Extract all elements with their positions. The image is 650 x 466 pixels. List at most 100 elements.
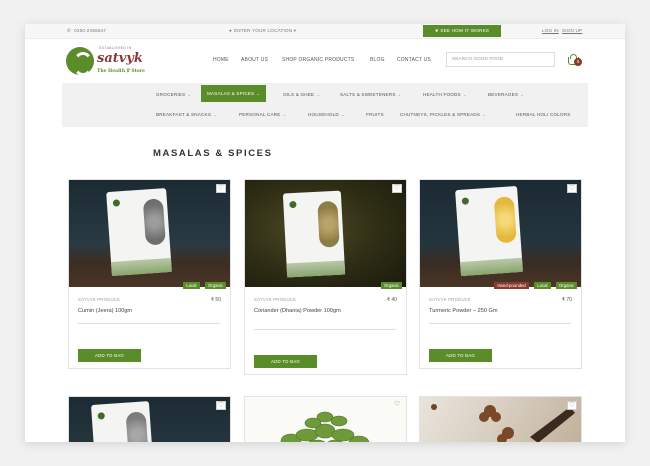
heart-icon[interactable]: ♡ bbox=[392, 401, 402, 410]
chevron-down-icon: ⌄ bbox=[282, 112, 287, 117]
product-badges: Hand-pounded Local Organic bbox=[493, 274, 577, 292]
category-chutneys-pickles-spreads[interactable]: CHUTNEYS, PICKLES & SPREADS ⌄ bbox=[400, 112, 486, 118]
cart-count-badge: 0 bbox=[574, 58, 582, 66]
product-card[interactable]: ♡ bbox=[419, 396, 582, 442]
heart-icon[interactable]: ♡ bbox=[392, 184, 402, 193]
heart-icon[interactable]: ♡ bbox=[216, 184, 226, 193]
package-window bbox=[493, 196, 517, 244]
nav-contact-us[interactable]: CONTACT US bbox=[397, 57, 431, 63]
chevron-down-icon: ⌄ bbox=[482, 112, 487, 117]
logo-mark-icon bbox=[66, 47, 94, 76]
product-brand: SATVYK PRODUCE bbox=[429, 297, 472, 302]
chevron-down-icon: ⌄ bbox=[340, 112, 345, 117]
product-image[interactable] bbox=[69, 397, 230, 442]
chevron-down-icon: ⌄ bbox=[397, 92, 402, 97]
package-logo bbox=[289, 200, 297, 209]
chevron-down-icon: ▾ bbox=[293, 28, 297, 33]
logo-tagline: The Health ℣ Store bbox=[97, 69, 145, 74]
divider bbox=[78, 323, 220, 324]
product-package bbox=[90, 401, 154, 442]
product-package bbox=[455, 185, 523, 277]
location-selector[interactable]: ● ENTER YOUR LOCATION ▾ bbox=[229, 28, 296, 34]
add-to-bag-button[interactable]: ADD TO BAG bbox=[78, 349, 141, 362]
top-bar: ✆ 0250-2455647 ● ENTER YOUR LOCATION ▾ ❦ S… bbox=[25, 24, 625, 39]
category-health-foods[interactable]: HEALTH FOODS ⌄ bbox=[423, 92, 467, 98]
chevron-down-icon: ⌄ bbox=[316, 92, 321, 97]
category-household[interactable]: HOUSEHOLD ⌄ bbox=[308, 112, 345, 118]
product-image[interactable] bbox=[420, 397, 581, 442]
package-scene bbox=[286, 260, 346, 278]
product-brand: SATVYK PRODUCE bbox=[78, 297, 121, 302]
login-link[interactable]: LOG IN bbox=[542, 28, 559, 33]
search-input[interactable]: SEARCH GOOD FOOD bbox=[446, 52, 555, 67]
heart-icon[interactable]: ♡ bbox=[567, 184, 577, 193]
package-window bbox=[125, 411, 149, 442]
category-masalas-spices[interactable]: MASALAS & SPICES ⌄ bbox=[201, 85, 267, 102]
package-window bbox=[317, 200, 340, 248]
page: ✆ 0250-2455647 ● ENTER YOUR LOCATION ▾ ❦ S… bbox=[25, 24, 625, 442]
divider bbox=[254, 329, 396, 330]
header: ESTABLISHED IN satvyk The Health ℣ Store… bbox=[25, 39, 625, 83]
product-image[interactable] bbox=[69, 180, 230, 287]
package-logo bbox=[97, 412, 105, 420]
product-image[interactable] bbox=[245, 397, 406, 442]
chevron-down-icon: ⌄ bbox=[213, 112, 218, 117]
page-title: MASALAS & SPICES bbox=[153, 148, 273, 159]
product-brand: SATVYK PRODUCE bbox=[254, 297, 297, 302]
signup-link[interactable]: SIGN UP bbox=[562, 28, 582, 33]
product-image[interactable] bbox=[420, 180, 581, 287]
product-name[interactable]: Turmeric Powder – 250 Gm bbox=[429, 308, 549, 315]
category-personal-care[interactable]: PERSONAL CARE ⌄ bbox=[239, 112, 287, 118]
product-package bbox=[282, 190, 346, 278]
leaf-icon: ❦ bbox=[434, 28, 439, 33]
phone-icon: ✆ bbox=[67, 28, 72, 33]
product-price: ₹ 50 bbox=[210, 297, 221, 303]
product-badges: Local Organic bbox=[182, 274, 226, 292]
logo-name: satvyk bbox=[97, 51, 143, 66]
product-image[interactable] bbox=[245, 180, 406, 287]
category-groceries[interactable]: GROCERIES ⌄ bbox=[156, 92, 191, 98]
product-card[interactable]: ♡ Organic SATVYK PRODUCE ₹ 40 Coriander … bbox=[244, 179, 407, 375]
badge-organic: Organic bbox=[204, 282, 226, 289]
category-fruits[interactable]: FRUITS bbox=[366, 112, 384, 117]
product-card[interactable]: ♡ bbox=[68, 396, 231, 442]
category-breakfast-snacks[interactable]: BREAKFAST & SNACKS ⌄ bbox=[156, 112, 217, 118]
spices-image bbox=[431, 404, 575, 442]
nav-home[interactable]: HOME bbox=[213, 57, 229, 63]
product-badges: Organic bbox=[380, 274, 402, 292]
badge-hand-pounded: Hand-pounded bbox=[494, 282, 529, 289]
category-herbal-holi-colors[interactable]: HERBAL HOLI COLORS bbox=[516, 112, 571, 117]
add-to-bag-button[interactable]: ADD TO BAG bbox=[254, 355, 317, 368]
product-card[interactable]: ♡ Local Organic SATVYK PRODUCE ₹ 50 Cumi… bbox=[68, 179, 231, 369]
divider bbox=[429, 323, 571, 324]
product-name[interactable]: Cumin (Jeera) 100gm bbox=[78, 308, 198, 315]
phone-number[interactable]: ✆ 0250-2455647 bbox=[67, 28, 106, 34]
heart-icon[interactable]: ♡ bbox=[567, 401, 577, 410]
category-salts-sweeteners[interactable]: SALTS & SWEETENERS ⌄ bbox=[340, 92, 402, 98]
badge-organic: Organic bbox=[555, 282, 577, 289]
cart-icon[interactable]: 0 bbox=[568, 54, 582, 66]
package-logo bbox=[461, 197, 470, 205]
nav-blog[interactable]: BLOG bbox=[370, 57, 385, 63]
package-logo bbox=[112, 199, 121, 207]
heart-icon[interactable]: ♡ bbox=[216, 401, 226, 410]
add-to-bag-button[interactable]: ADD TO BAG bbox=[429, 349, 492, 362]
product-price: ₹ 70 bbox=[561, 297, 572, 303]
chevron-down-icon: ⌄ bbox=[187, 92, 192, 97]
product-package bbox=[106, 188, 172, 276]
how-it-works-button[interactable]: ❦ SEE HOW IT WORKS bbox=[423, 25, 501, 37]
chevron-down-icon: ⌄ bbox=[520, 92, 525, 97]
package-scene bbox=[111, 257, 172, 276]
product-card[interactable]: ♡ bbox=[244, 396, 407, 442]
category-beverages[interactable]: BEVERAGES ⌄ bbox=[488, 92, 524, 98]
location-pin-icon: ● bbox=[229, 28, 232, 33]
logo[interactable]: ESTABLISHED IN satvyk The Health ℣ Store bbox=[66, 45, 146, 77]
product-card[interactable]: ♡ Hand-pounded Local Organic SATVYK PROD… bbox=[419, 179, 582, 369]
cardamom-image bbox=[280, 411, 370, 442]
badge-organic: Organic bbox=[380, 282, 402, 289]
logo-established: ESTABLISHED IN bbox=[99, 46, 132, 50]
category-oils-ghee[interactable]: OILS & GHEE ⌄ bbox=[283, 92, 320, 98]
product-name[interactable]: Coriander (Dhania) Powder 100gm bbox=[254, 308, 374, 315]
nav-about-us[interactable]: ABOUT US bbox=[241, 57, 268, 63]
nav-shop-organic-products[interactable]: SHOP ORGANIC PRODUCTS bbox=[282, 57, 354, 63]
